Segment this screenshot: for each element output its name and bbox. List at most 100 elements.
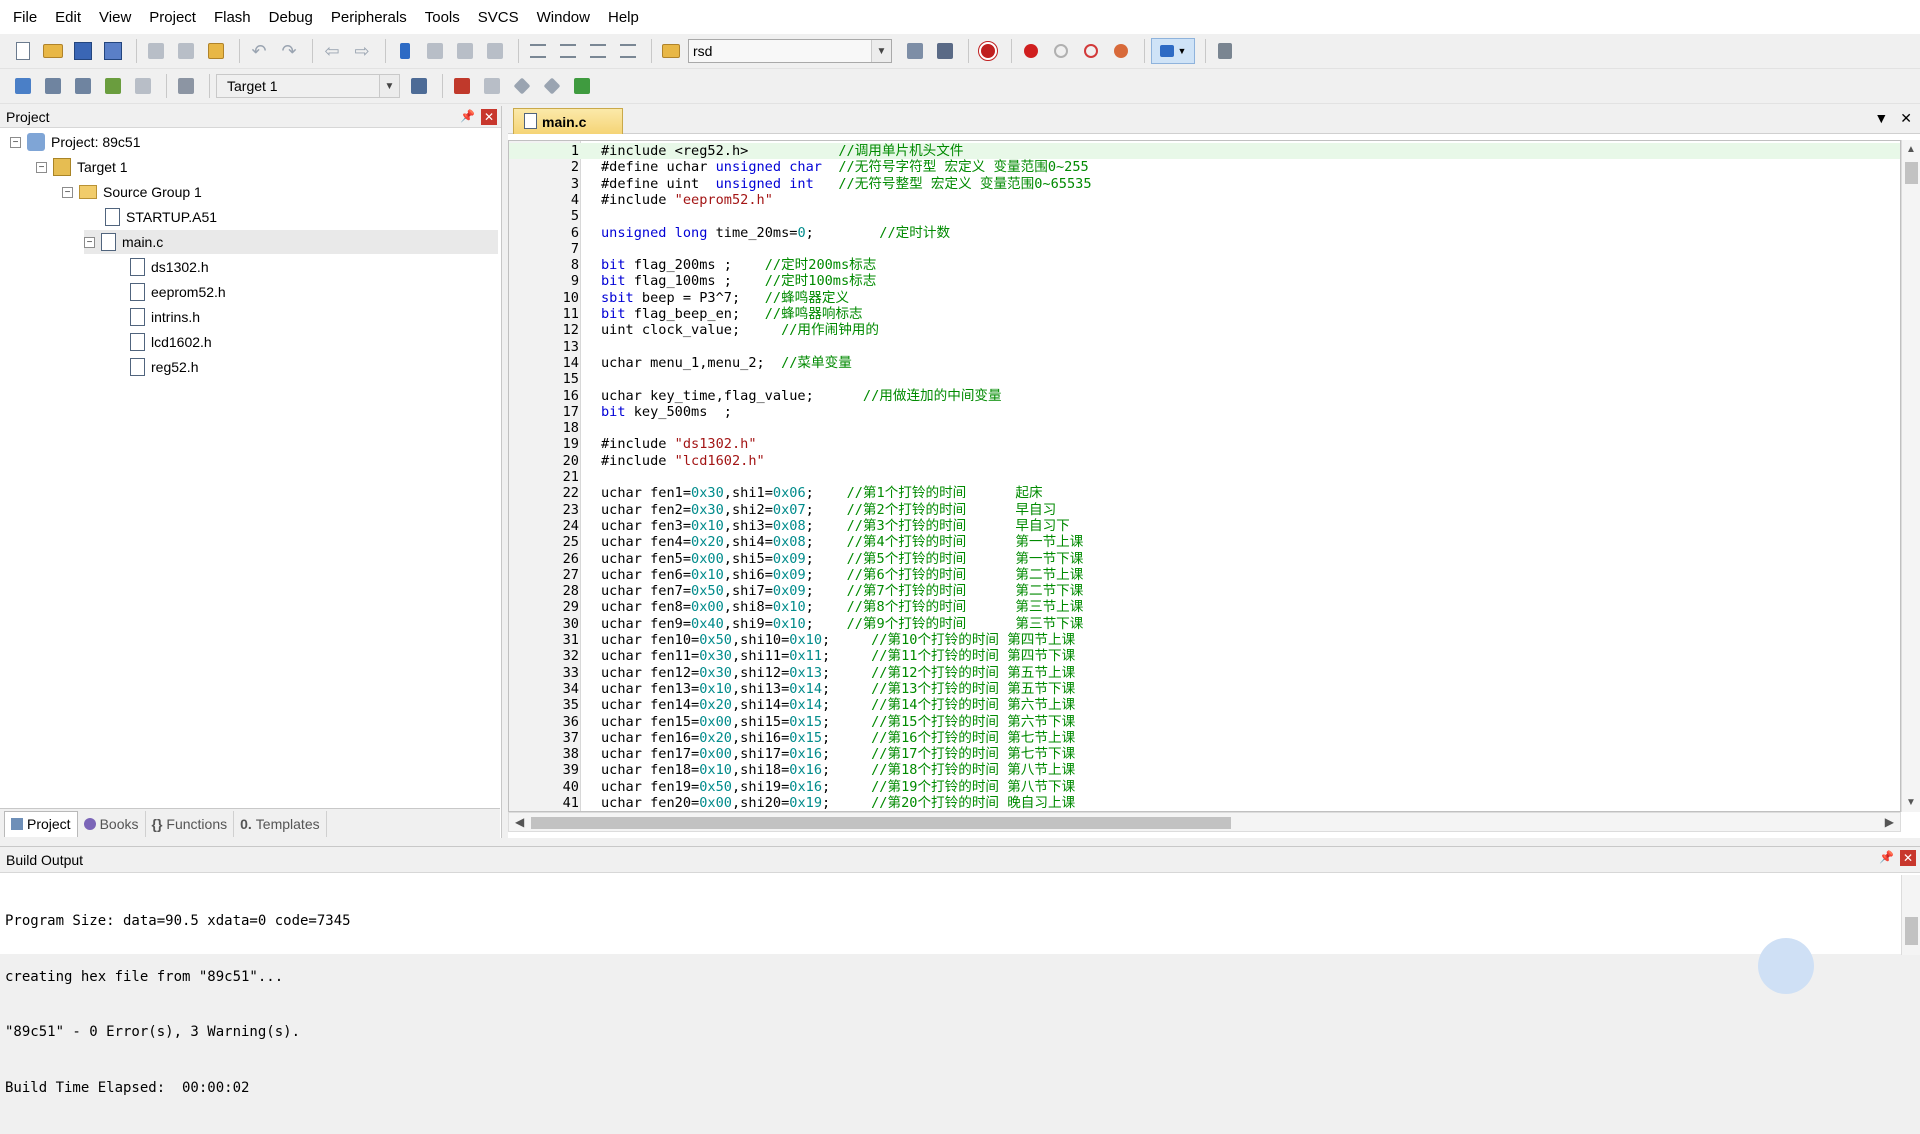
clear-bookmarks-icon[interactable] — [482, 38, 508, 64]
code-line[interactable]: 39 uchar fen18=0x10,shi18=0x16; //第18个打铃的… — [509, 762, 1900, 778]
code-line[interactable]: 18 — [509, 420, 1900, 436]
tab-main-c[interactable]: main.c — [513, 108, 623, 134]
bookmark-icon[interactable] — [392, 38, 418, 64]
build-output-scrollbar[interactable] — [1901, 875, 1920, 955]
save-icon[interactable] — [70, 38, 96, 64]
prev-bookmark-icon[interactable] — [422, 38, 448, 64]
nav-back-icon[interactable]: ⇦ — [319, 38, 345, 64]
menu-item-edit[interactable]: Edit — [46, 0, 90, 36]
batch-build-icon[interactable] — [100, 73, 126, 99]
code-line[interactable]: 3 #define uint unsigned int //无符号整型 宏定义 变… — [509, 176, 1900, 192]
pin-icon[interactable]: 📌 — [1879, 850, 1894, 864]
tree-node-file[interactable]: intrins.h — [130, 305, 200, 329]
tree-node-file[interactable]: reg52.h — [130, 355, 198, 379]
run-time-environment-icon[interactable] — [539, 73, 565, 99]
collapse-icon[interactable]: − — [10, 136, 21, 148]
select-packs-icon[interactable] — [509, 73, 535, 99]
tree-node-target[interactable]: − Target 1 — [36, 155, 128, 179]
code-line[interactable]: 13 — [509, 339, 1900, 355]
code-editor[interactable]: 1 #include <reg52.h> //调用单片机头文件 2 #define u… — [508, 140, 1901, 812]
code-line[interactable]: 21 — [509, 469, 1900, 485]
scrollbar-thumb[interactable] — [531, 817, 1231, 829]
cut-icon[interactable] — [143, 38, 169, 64]
tab-books[interactable]: Books — [78, 810, 146, 837]
chevron-down-icon[interactable]: ▼ — [379, 75, 399, 97]
build-icon[interactable] — [40, 73, 66, 99]
scrollbar-thumb[interactable] — [1905, 917, 1918, 945]
undo-icon[interactable]: ↶ — [246, 38, 272, 64]
scroll-left-icon[interactable]: ◀ — [515, 815, 524, 829]
disable-all-breakpoints-icon[interactable] — [1078, 38, 1104, 64]
code-line[interactable]: 26 uchar fen5=0x00,shi5=0x09; //第5个打铃的时间 … — [509, 551, 1900, 567]
tree-node-file[interactable]: STARTUP.A51 — [105, 205, 217, 229]
menu-item-help[interactable]: Help — [599, 0, 648, 36]
code-line[interactable]: 33 uchar fen12=0x30,shi12=0x13; //第12个打铃的… — [509, 665, 1900, 681]
options-for-target-icon[interactable] — [406, 73, 432, 99]
collapse-icon[interactable]: − — [62, 186, 73, 198]
code-line[interactable]: 24 uchar fen3=0x10,shi3=0x08; //第3个打铃的时间 … — [509, 518, 1900, 534]
code-line[interactable]: 37 uchar fen16=0x20,shi16=0x15; //第16个打铃的… — [509, 730, 1900, 746]
code-line[interactable]: 28 uchar fen7=0x50,shi7=0x09; //第7个打铃的时间 … — [509, 583, 1900, 599]
new-file-icon[interactable] — [10, 38, 36, 64]
code-line[interactable]: 4 #include "eeprom52.h" — [509, 192, 1900, 208]
manage-items-icon[interactable] — [479, 73, 505, 99]
code-line[interactable]: 6 unsigned long time_20ms=0; //定时计数 — [509, 225, 1900, 241]
file-extensions-icon[interactable] — [449, 73, 475, 99]
uncomment-icon[interactable] — [615, 38, 641, 64]
code-line[interactable]: 41 uchar fen20=0x00,shi20=0x19; //第20个打铃的… — [509, 795, 1900, 811]
comment-icon[interactable] — [585, 38, 611, 64]
code-line[interactable]: 5 — [509, 208, 1900, 224]
save-all-icon[interactable] — [100, 38, 126, 64]
menu-item-view[interactable]: View — [90, 0, 140, 36]
scroll-down-icon[interactable]: ▼ — [1906, 797, 1916, 808]
scroll-right-icon[interactable]: ▶ — [1885, 815, 1894, 829]
menu-item-flash[interactable]: Flash — [205, 0, 260, 36]
code-line[interactable]: 1 #include <reg52.h> //调用单片机头文件 — [509, 143, 1900, 160]
code-line[interactable]: 12 uint clock_value; //用作闹钟用的 — [509, 322, 1900, 338]
tree-node-file[interactable]: eeprom52.h — [130, 280, 226, 304]
scroll-up-icon[interactable]: ▲ — [1906, 144, 1916, 155]
code-line[interactable]: 36 uchar fen15=0x00,shi15=0x15; //第15个打铃的… — [509, 714, 1900, 730]
code-line[interactable]: 34 uchar fen13=0x10,shi13=0x14; //第13个打铃的… — [509, 681, 1900, 697]
floating-assistant-icon[interactable] — [1758, 938, 1814, 994]
code-line[interactable]: 15 — [509, 371, 1900, 387]
menu-item-file[interactable]: File — [4, 0, 46, 36]
disable-breakpoint-icon[interactable] — [1048, 38, 1074, 64]
code-line[interactable]: 2 #define uchar unsigned char //无符号字符型 宏定… — [509, 159, 1900, 175]
copy-icon[interactable] — [173, 38, 199, 64]
menu-item-project[interactable]: Project — [140, 0, 205, 36]
code-line[interactable]: 17 bit key_500ms ; — [509, 404, 1900, 420]
tree-node-file[interactable]: ds1302.h — [130, 255, 209, 279]
code-line[interactable]: 25 uchar fen4=0x20,shi4=0x08; //第4个打铃的时间 … — [509, 534, 1900, 550]
code-line[interactable]: 11 bit flag_beep_en; //蜂鸣器响标志 — [509, 306, 1900, 322]
code-line[interactable]: 31 uchar fen10=0x50,shi10=0x10; //第10个打铃的… — [509, 632, 1900, 648]
menu-item-svcs[interactable]: SVCS — [469, 0, 528, 36]
redo-icon[interactable]: ↷ — [276, 38, 302, 64]
code-line[interactable]: 20 #include "lcd1602.h" — [509, 453, 1900, 469]
nav-forward-icon[interactable]: ⇨ — [349, 38, 375, 64]
debug-start-icon[interactable] — [975, 38, 1001, 64]
paste-icon[interactable] — [203, 38, 229, 64]
tree-node-project[interactable]: − Project: 89c51 — [10, 130, 141, 154]
unindent-icon[interactable] — [555, 38, 581, 64]
collapse-icon[interactable]: − — [84, 236, 95, 248]
kill-breakpoints-icon[interactable] — [1108, 38, 1134, 64]
rebuild-icon[interactable] — [70, 73, 96, 99]
code-line[interactable]: 22 uchar fen1=0x30,shi1=0x06; //第1个打铃的时间 … — [509, 485, 1900, 501]
tab-project[interactable]: Project — [4, 810, 78, 837]
scrollbar-thumb[interactable] — [1905, 162, 1918, 184]
collapse-icon[interactable]: − — [36, 161, 47, 173]
tab-functions[interactable]: {} Functions — [146, 810, 235, 837]
code-line[interactable]: 23 uchar fen2=0x30,shi2=0x07; //第2个打铃的时间 … — [509, 502, 1900, 518]
pin-icon[interactable]: 📌 — [460, 109, 475, 123]
window-layout-icon[interactable]: ▼ — [1151, 38, 1195, 64]
code-line[interactable]: 35 uchar fen14=0x20,shi14=0x14; //第14个打铃的… — [509, 697, 1900, 713]
code-line[interactable]: 14 uchar menu_1,menu_2; //菜单变量 — [509, 355, 1900, 371]
configure-icon[interactable] — [1212, 38, 1238, 64]
chevron-down-icon[interactable]: ▼ — [1874, 110, 1888, 127]
code-line[interactable]: 32 uchar fen11=0x30,shi11=0x11; //第11个打铃的… — [509, 648, 1900, 664]
incremental-find-icon[interactable] — [932, 38, 958, 64]
translate-icon[interactable] — [10, 73, 36, 99]
vertical-scrollbar[interactable]: ▲ ▼ — [1901, 140, 1920, 812]
next-bookmark-icon[interactable] — [452, 38, 478, 64]
